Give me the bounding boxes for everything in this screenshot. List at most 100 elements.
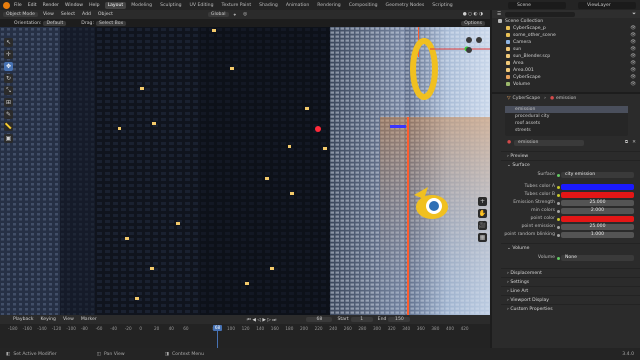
- material-name-field[interactable]: emission: [514, 140, 585, 146]
- section-viewport-display[interactable]: › Viewport Display: [501, 295, 640, 304]
- start-frame-field[interactable]: 1: [350, 317, 373, 322]
- transform-orientation-dropdown[interactable]: Global: [207, 12, 229, 17]
- menu-select[interactable]: Select: [61, 12, 75, 17]
- visibility-eye-icon[interactable]: 👁: [630, 39, 636, 46]
- end-frame-field[interactable]: 150: [388, 317, 411, 322]
- tab-texture-paint[interactable]: Texture Paint: [219, 2, 255, 9]
- material-slot-list[interactable]: emission procedural city roof assets str…: [505, 106, 628, 136]
- number-field[interactable]: 25.000: [561, 200, 634, 206]
- outliner-item[interactable]: CyberScape 👁: [492, 74, 640, 81]
- playback-menu[interactable]: Playback: [13, 317, 34, 322]
- scale-tool-icon[interactable]: ⤡: [4, 86, 13, 95]
- mode-dropdown[interactable]: Object Mode: [3, 12, 38, 17]
- section-custom-properties[interactable]: › Custom Properties: [501, 304, 640, 313]
- menu-file[interactable]: File: [14, 3, 22, 8]
- outliner-item[interactable]: sun 👁: [492, 46, 640, 53]
- number-field[interactable]: 1.000: [561, 232, 634, 238]
- tab-modeling[interactable]: Modeling: [128, 2, 155, 9]
- tab-compositing[interactable]: Compositing: [346, 2, 381, 9]
- color-swatch[interactable]: [561, 192, 634, 198]
- zoom-icon[interactable]: +: [478, 197, 487, 206]
- snap-icon[interactable]: ⌖: [234, 12, 237, 18]
- outliner-item[interactable]: Area 👁: [492, 60, 640, 67]
- select-cursor-icon[interactable]: ✛: [4, 50, 13, 59]
- scene-selector[interactable]: Scene: [508, 1, 566, 9]
- section-displacement[interactable]: › Displacement: [501, 268, 640, 277]
- copy-icon[interactable]: ⧉: [625, 139, 628, 147]
- outliner-filter-icon[interactable]: ☰: [497, 12, 501, 17]
- surface-shader-field[interactable]: city emission: [561, 172, 634, 178]
- transform-tool-icon[interactable]: ⊞: [4, 98, 13, 107]
- section-surface[interactable]: ⌄ Surface: [501, 160, 640, 169]
- visibility-eye-icon[interactable]: 👁: [630, 60, 636, 67]
- tab-layout[interactable]: Layout: [104, 1, 127, 9]
- tab-animation[interactable]: Animation: [283, 2, 312, 9]
- number-field[interactable]: 2.000: [561, 208, 634, 214]
- keying-menu[interactable]: Keying: [41, 317, 56, 322]
- navigation-gizmo[interactable]: [462, 37, 488, 77]
- tab-shading[interactable]: Shading: [256, 2, 281, 9]
- menu-window[interactable]: Window: [65, 3, 83, 8]
- outliner-item[interactable]: Camera 👁: [492, 39, 640, 46]
- menu-add[interactable]: Add: [82, 12, 91, 17]
- tab-scripting[interactable]: Scripting: [429, 2, 455, 9]
- menu-render[interactable]: Render: [43, 3, 59, 8]
- visibility-eye-icon[interactable]: 👁: [630, 32, 636, 39]
- outliner-item[interactable]: Volume 👁: [492, 81, 640, 88]
- outliner-item[interactable]: Scene Collection: [492, 18, 640, 25]
- playhead-frame[interactable]: 68: [213, 324, 222, 331]
- blender-logo-icon[interactable]: [3, 1, 10, 9]
- outliner-item[interactable]: sun_Blender.scp 👁: [492, 53, 640, 60]
- view-menu[interactable]: View: [63, 317, 74, 322]
- color-swatch[interactable]: [561, 184, 634, 190]
- visibility-eye-icon[interactable]: 👁: [630, 53, 636, 60]
- menu-help[interactable]: Help: [89, 3, 99, 8]
- pan-hand-icon[interactable]: ✋: [478, 209, 487, 218]
- tab-uv-editing[interactable]: UV Editing: [187, 2, 217, 9]
- outliner-item[interactable]: Area.001 👁: [492, 67, 640, 74]
- grid-icon[interactable]: ▦: [478, 233, 487, 242]
- view-layer-selector[interactable]: ViewLayer: [578, 1, 636, 9]
- marker-menu[interactable]: Marker: [81, 317, 97, 322]
- options-dropdown[interactable]: Options: [461, 20, 485, 26]
- slot-roof-assets[interactable]: roof assets: [505, 120, 628, 127]
- tab-geometry-nodes[interactable]: Geometry Nodes: [383, 2, 428, 9]
- visibility-eye-icon[interactable]: 👁: [630, 67, 636, 74]
- menu-object[interactable]: Object: [98, 12, 113, 17]
- visibility-eye-icon[interactable]: 👁: [630, 46, 636, 53]
- move-tool-icon[interactable]: ✥: [4, 62, 13, 71]
- timeline-area[interactable]: -180 -160 -140 -120 -100 -80 -60 -40 -20 0 20 40 60 6…: [0, 324, 490, 348]
- visibility-eye-icon[interactable]: 👁: [630, 74, 636, 81]
- rotate-tool-icon[interactable]: ↻: [4, 74, 13, 83]
- visibility-eye-icon[interactable]: 👁: [630, 25, 636, 32]
- volume-field[interactable]: None: [561, 255, 634, 261]
- slot-emission[interactable]: emission: [505, 106, 628, 113]
- outliner-item[interactable]: some_other_scene 👁: [492, 32, 640, 39]
- camera-view-icon[interactable]: 🎥: [478, 221, 487, 230]
- orientation-dropdown[interactable]: Default: [43, 20, 67, 26]
- menu-edit[interactable]: Edit: [28, 3, 37, 8]
- current-frame-field[interactable]: 68: [306, 317, 333, 322]
- tab-rendering[interactable]: Rendering: [314, 2, 343, 9]
- 3d-viewport[interactable]: + ✋ 🎥 ▦: [0, 27, 490, 315]
- measure-tool-icon[interactable]: 📏: [4, 122, 13, 131]
- section-line-art[interactable]: › Line Art: [501, 286, 640, 295]
- tab-sculpting[interactable]: Sculpting: [157, 2, 184, 9]
- visibility-eye-icon[interactable]: 👁: [630, 81, 636, 88]
- delete-icon[interactable]: ✕: [632, 139, 636, 147]
- playback-controls-icons[interactable]: ⏮ ◀ ◁ ▶ ▷ ⏭: [247, 317, 277, 323]
- color-swatch[interactable]: [561, 216, 634, 222]
- section-volume[interactable]: ⌄ Volume: [501, 243, 640, 252]
- cursor-tool-icon[interactable]: ↖: [4, 38, 13, 47]
- viewport-shading-icons[interactable]: ● ○ ◐ ◑: [463, 12, 483, 17]
- menu-view[interactable]: View: [43, 12, 54, 17]
- number-field[interactable]: 25.000: [561, 224, 634, 230]
- add-cube-tool-icon[interactable]: ▣: [4, 134, 13, 143]
- outliner-funnel-icon[interactable]: ⏷: [632, 11, 636, 17]
- drag-dropdown[interactable]: Select Box: [96, 20, 127, 26]
- outliner-item[interactable]: CyberScape_p 👁: [492, 25, 640, 32]
- annotate-tool-icon[interactable]: ✎: [4, 110, 13, 119]
- slot-streets[interactable]: streets: [505, 127, 628, 134]
- proportional-edit-icon[interactable]: ◎: [243, 12, 247, 17]
- section-preview[interactable]: › Preview: [501, 151, 640, 160]
